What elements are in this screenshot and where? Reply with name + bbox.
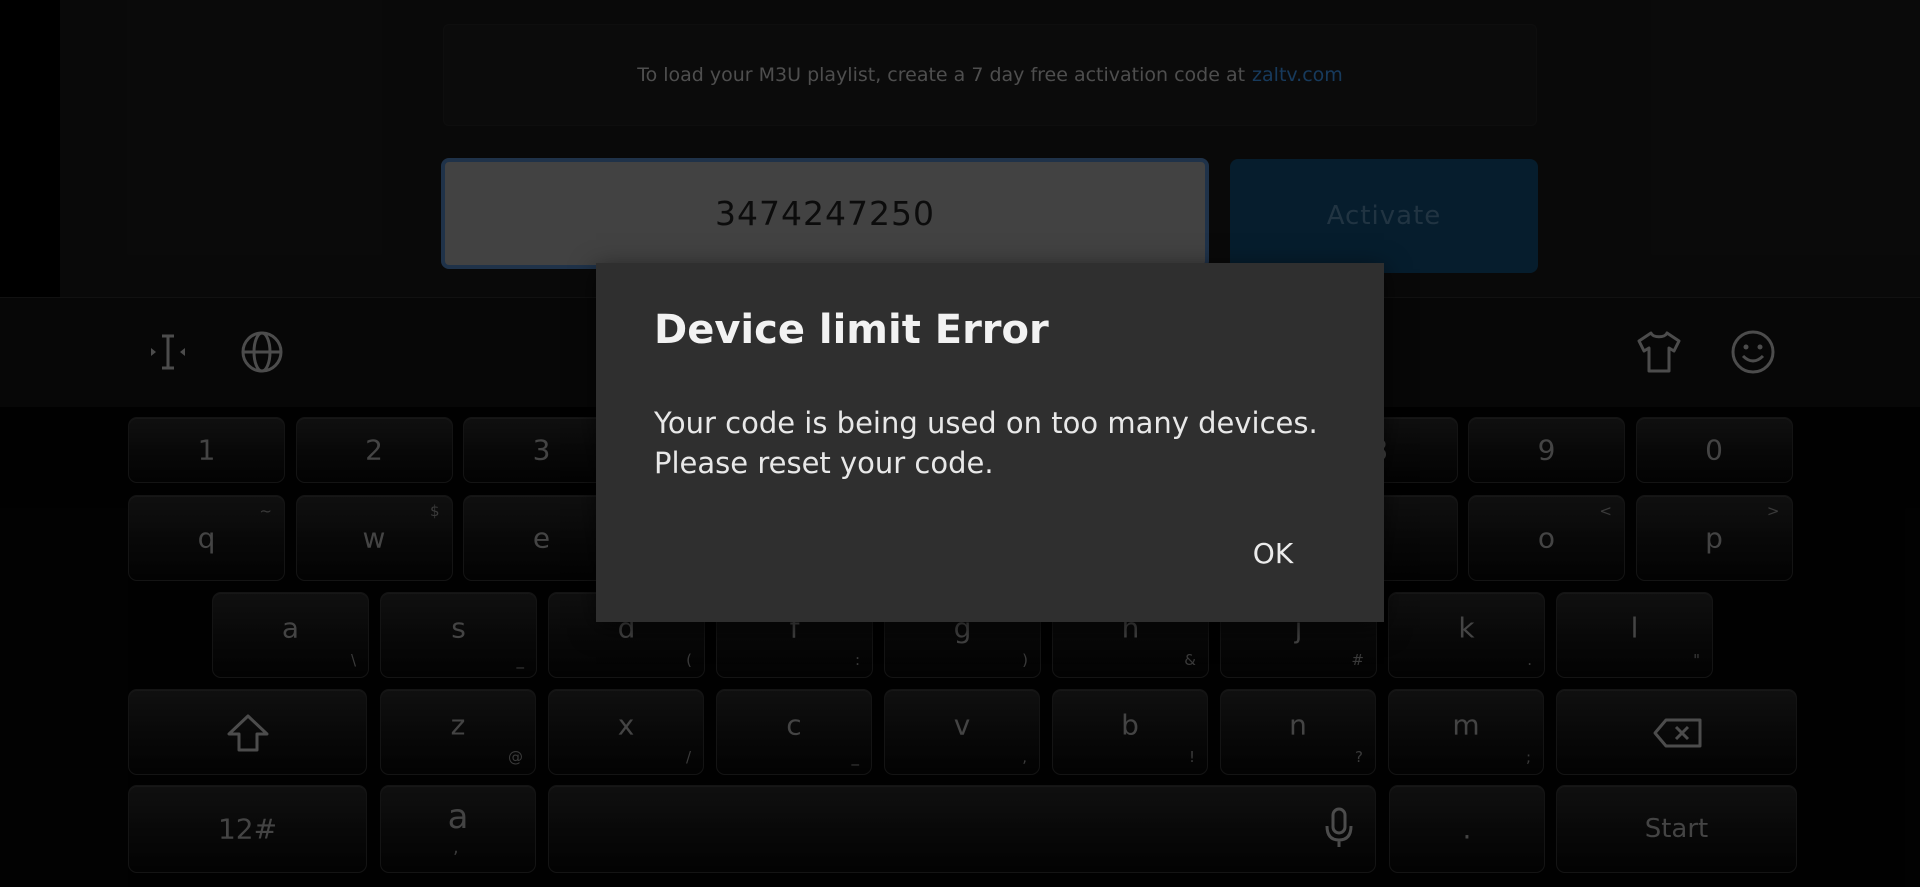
ok-button[interactable]: OK: [1238, 528, 1308, 578]
dialog-title: Device limit Error: [654, 307, 1049, 353]
error-dialog: Device limit Error Your code is being us…: [596, 263, 1384, 622]
dialog-message: Your code is being used on too many devi…: [654, 403, 1334, 483]
dialog-message-line-1: Your code is being used on too many devi…: [654, 406, 1318, 440]
dialog-message-line-2: Please reset your code.: [654, 446, 994, 480]
